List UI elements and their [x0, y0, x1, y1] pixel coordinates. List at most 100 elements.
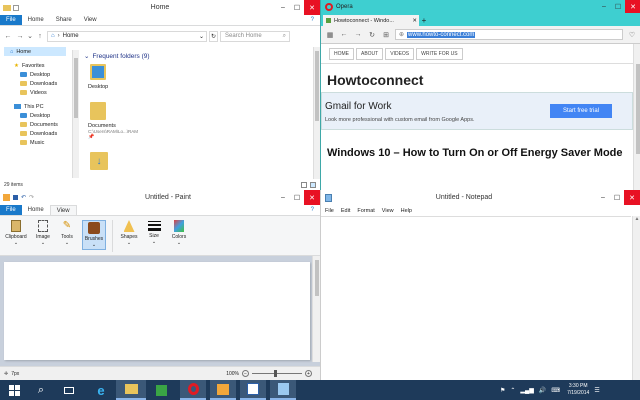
address-bar[interactable]: ⌂ › Home ⌄ — [47, 30, 207, 42]
redo-icon[interactable]: ↷ — [29, 194, 34, 201]
taskbar-opera-icon[interactable] — [180, 380, 206, 400]
tab-file[interactable]: File — [0, 205, 22, 215]
page-scrollbar[interactable] — [633, 44, 640, 190]
tiles-view-icon[interactable] — [310, 182, 316, 188]
start-button[interactable] — [0, 380, 28, 400]
forward-icon[interactable]: → — [15, 31, 25, 41]
folder-tile[interactable]: Desktop — [88, 64, 148, 98]
close-icon[interactable]: ✕ — [304, 190, 320, 205]
show-hidden-icons[interactable]: ⌃ — [510, 387, 515, 394]
close-icon[interactable]: ✕ — [304, 0, 320, 15]
tab-home[interactable]: Home — [22, 205, 50, 215]
nav-item-favorites[interactable]: ★ Favorites — [4, 61, 80, 70]
clock[interactable]: 3:30 PM 7/19/2014 — [567, 383, 589, 397]
menu-file[interactable]: File — [325, 208, 334, 214]
minimize-icon[interactable]: – — [597, 0, 611, 13]
canvas-scrollbar[interactable] — [312, 256, 320, 362]
tab-view[interactable]: View — [78, 15, 103, 25]
network-icon[interactable]: ▂▄▆ — [520, 387, 533, 394]
taskbar-ie-icon[interactable]: e — [88, 380, 114, 400]
taskbar-explorer-icon[interactable] — [116, 380, 146, 400]
nav-item-videos[interactable]: Videos — [4, 88, 80, 97]
article-headline[interactable]: Windows 10 – How to Turn On or Off Energ… — [327, 144, 627, 162]
details-view-icon[interactable] — [301, 182, 307, 188]
tab-share[interactable]: Share — [50, 15, 78, 25]
nav-item-this-pc[interactable]: This PC — [4, 102, 80, 111]
nav-item-music[interactable]: Music — [4, 138, 80, 147]
opera-logo-icon[interactable] — [325, 2, 333, 11]
nav-item-desktop[interactable]: Desktop — [4, 70, 80, 79]
zoom-in-icon[interactable]: + — [305, 370, 312, 377]
forward-icon[interactable]: → — [353, 30, 363, 40]
ribbon-group-size[interactable]: Size ⌄ — [145, 220, 163, 245]
up-icon[interactable]: ↑ — [35, 31, 45, 41]
browser-tab[interactable]: Howtoconnect - Windo... ✕ — [323, 15, 419, 26]
help-icon[interactable]: ? — [305, 205, 320, 215]
maximize-icon[interactable]: ☐ — [611, 0, 625, 13]
address-dropdown-icon[interactable]: ⌄ — [199, 33, 206, 40]
nav-item-desktop[interactable]: Desktop — [4, 111, 80, 120]
close-icon[interactable]: ✕ — [624, 190, 640, 205]
site-name[interactable]: Howtoconnect — [321, 64, 633, 88]
quick-access-icon[interactable] — [13, 4, 19, 11]
maximize-icon[interactable]: ☐ — [290, 190, 304, 205]
search-button[interactable]: ⌕ — [30, 380, 52, 400]
ribbon-group-tools[interactable]: ✎ Tools ⌄ — [58, 220, 76, 246]
paint-canvas[interactable] — [4, 262, 310, 360]
action-center-icon[interactable]: ⚑ — [500, 387, 505, 394]
minimize-icon[interactable]: – — [276, 0, 290, 15]
menu-edit[interactable]: Edit — [341, 208, 350, 214]
close-icon[interactable]: ✕ — [625, 0, 640, 13]
site-nav-write[interactable]: WRITE FOR US — [416, 47, 463, 60]
search-input[interactable]: Search Home ⌕ — [220, 30, 290, 42]
undo-icon[interactable]: ↶ — [21, 194, 26, 201]
back-icon[interactable]: ← — [339, 30, 349, 40]
tab-view[interactable]: View — [49, 205, 77, 215]
explorer-titlebar[interactable]: Home – ☐ ✕ — [0, 0, 320, 15]
new-tab-button[interactable]: + — [419, 15, 429, 26]
ribbon-group-image[interactable]: Image ⌄ — [34, 220, 52, 246]
url-field[interactable]: ⊕ www.howto-connect.com — [395, 29, 623, 40]
reload-icon[interactable]: ↻ — [367, 30, 377, 40]
folder-tile[interactable]: Documents C:\Users\RAM\Lo...\RAM 📌 — [88, 102, 158, 148]
taskbar-wordpad-icon[interactable] — [240, 380, 266, 400]
save-icon[interactable] — [13, 195, 18, 200]
ad-cta-button[interactable]: Start free trial — [550, 104, 612, 118]
keyboard-icon[interactable]: ⌨ — [551, 387, 560, 394]
tab-home[interactable]: Home — [22, 15, 50, 25]
site-nav-videos[interactable]: VIDEOS — [385, 47, 415, 60]
ribbon-group-clipboard[interactable]: Clipboard ⌄ — [4, 220, 28, 246]
ribbon-group-colors[interactable]: Colors ⌄ — [169, 220, 189, 246]
maximize-icon[interactable]: ☐ — [610, 190, 624, 205]
content-scrollbar[interactable] — [313, 47, 320, 179]
minimize-icon[interactable]: – — [596, 190, 610, 205]
site-nav-about[interactable]: ABOUT — [356, 47, 384, 60]
grid-icon[interactable]: ▦ — [325, 30, 335, 40]
refresh-icon[interactable]: ↻ — [209, 30, 218, 42]
zoom-slider-thumb[interactable] — [274, 370, 277, 377]
speed-dial-icon[interactable]: ⊞ — [381, 30, 391, 40]
ad-banner[interactable]: Gmail for Work Look more professional wi… — [321, 92, 633, 130]
frequent-folders-header[interactable]: ⌄ Frequent folders (9) — [84, 52, 150, 61]
volume-icon[interactable]: 🔊 — [539, 387, 546, 394]
taskbar-notepad-icon[interactable] — [270, 380, 296, 400]
taskbar-store-icon[interactable] — [148, 380, 174, 400]
ribbon-group-brushes[interactable]: Brushes ⌄ — [82, 220, 106, 250]
menu-format[interactable]: Format — [357, 208, 374, 214]
notifications-icon[interactable]: ☰ — [594, 387, 599, 394]
nav-item-downloads[interactable]: Downloads — [4, 129, 80, 138]
notepad-titlebar[interactable]: Untitled - Notepad – ☐ ✕ — [321, 190, 640, 205]
nav-scrollbar[interactable] — [72, 50, 79, 178]
maximize-icon[interactable]: ☐ — [290, 0, 304, 15]
menu-view[interactable]: View — [382, 208, 394, 214]
ribbon-group-shapes[interactable]: Shapes ⌄ — [119, 220, 139, 246]
site-nav-home[interactable]: HOME — [329, 47, 354, 60]
text-scrollbar[interactable]: ▲ — [632, 216, 640, 380]
nav-item-downloads[interactable]: Downloads — [4, 79, 80, 88]
tab-file[interactable]: File — [0, 15, 22, 25]
back-icon[interactable]: ← — [3, 31, 13, 41]
minimize-icon[interactable]: – — [276, 190, 290, 205]
recent-dropdown-icon[interactable]: ⌄ — [27, 31, 33, 41]
folder-tile[interactable]: ↓ — [88, 152, 148, 178]
notepad-text-area[interactable] — [321, 216, 631, 380]
